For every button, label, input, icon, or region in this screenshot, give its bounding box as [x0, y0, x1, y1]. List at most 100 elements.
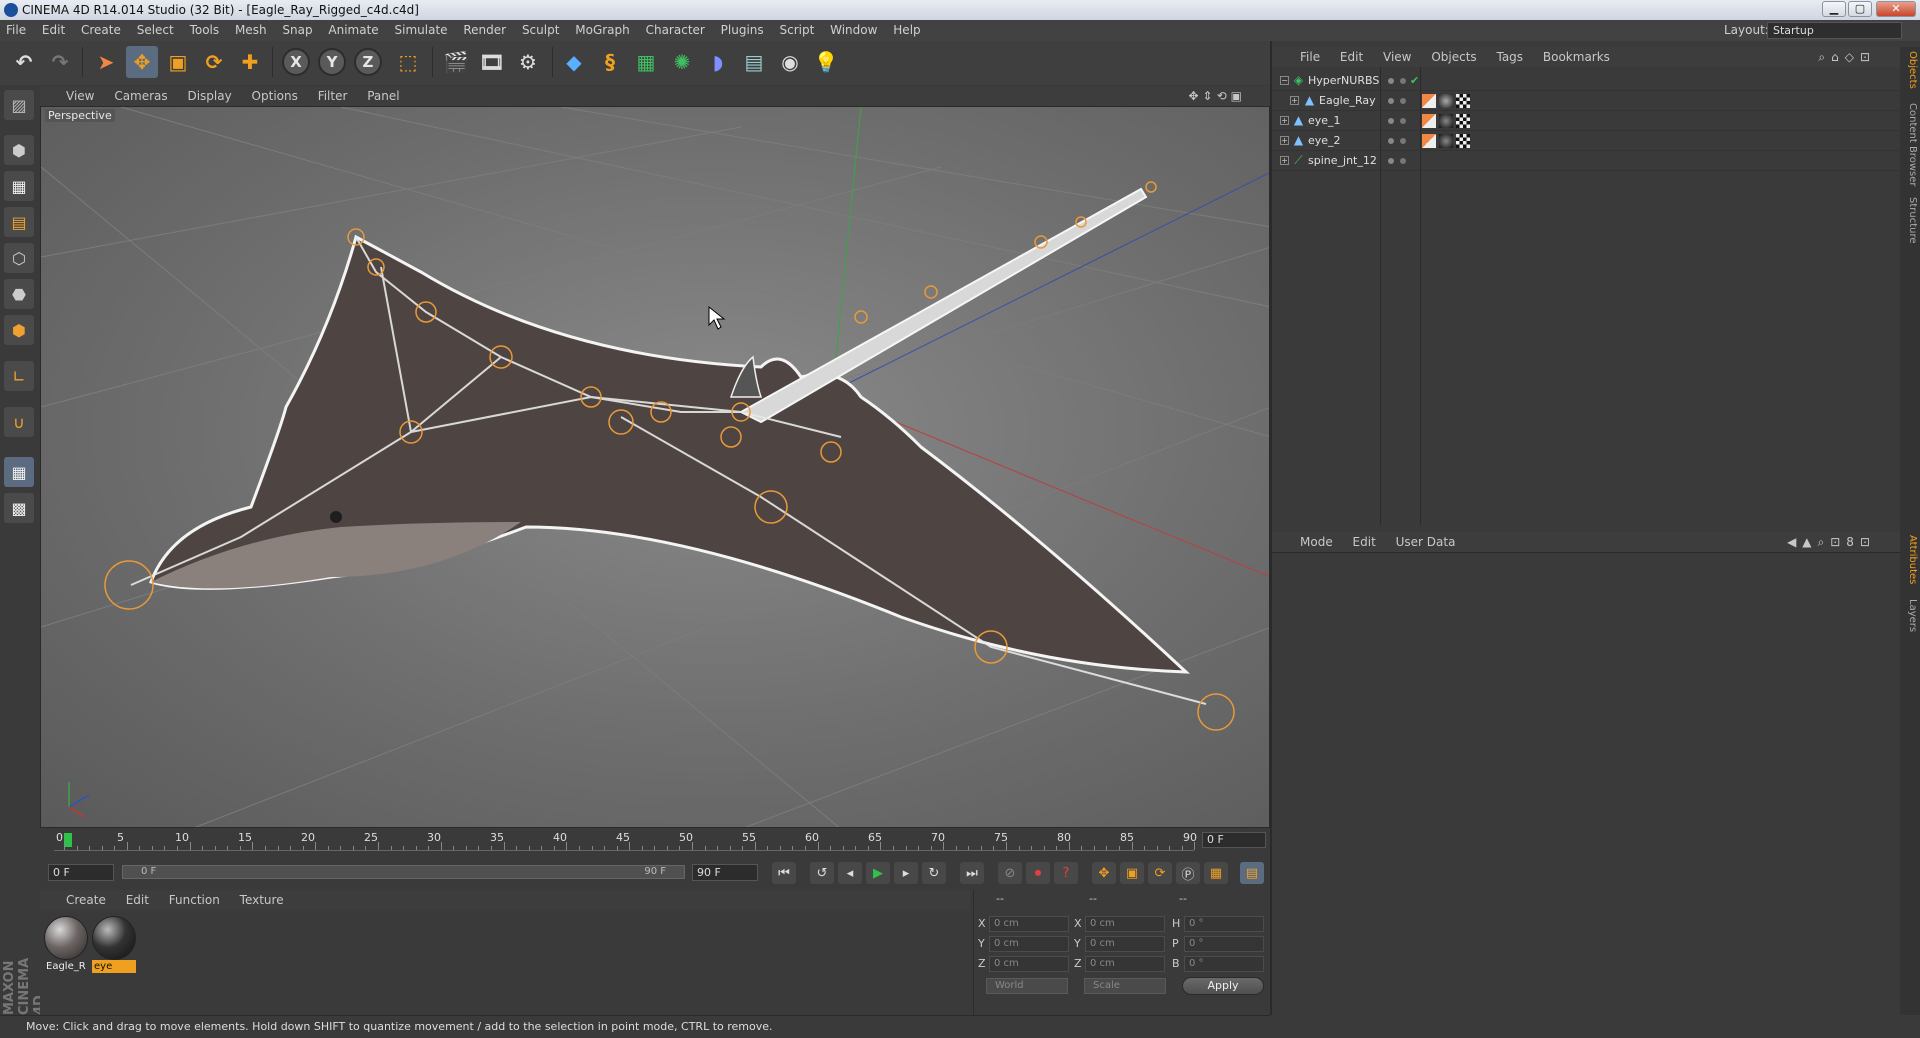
uvw-tag-icon[interactable]	[1456, 134, 1470, 148]
rotation-p-field[interactable]: 0 °	[1184, 936, 1264, 952]
viewport-menu-display[interactable]: Display	[187, 89, 231, 103]
camera-icon[interactable]: ◉	[774, 46, 806, 78]
viewport-menu-filter[interactable]: Filter	[318, 89, 348, 103]
weight-tag-icon[interactable]	[1422, 134, 1436, 148]
editor-visibility-dot[interactable]	[1388, 78, 1394, 84]
maximize-button[interactable]: ▢	[1848, 1, 1872, 17]
am-menu-mode[interactable]: Mode	[1300, 535, 1333, 549]
render-visibility-dot[interactable]	[1400, 158, 1406, 164]
render-visibility-dot[interactable]	[1400, 78, 1406, 84]
viewport-camera-label[interactable]: Perspective	[45, 109, 115, 122]
viewport-menu-view[interactable]: View	[66, 89, 94, 103]
menu-select[interactable]: Select	[131, 20, 180, 41]
spline-icon[interactable]: §	[594, 46, 626, 78]
points-mode-icon[interactable]: ⬡	[4, 243, 34, 273]
key-scale-icon[interactable]: ▣	[1120, 862, 1144, 884]
material-tag-icon[interactable]	[1439, 134, 1453, 148]
viewport-menu-options[interactable]: Options	[252, 89, 298, 103]
editor-visibility-dot[interactable]	[1388, 158, 1394, 164]
z-axis-lock-button[interactable]: Z	[354, 48, 382, 76]
om-menu-file[interactable]: File	[1300, 50, 1320, 64]
key-rotation-icon[interactable]: ⟳	[1148, 862, 1172, 884]
material-menu-edit[interactable]: Edit	[126, 893, 149, 907]
render-picture-viewer-icon[interactable]: 🎞	[476, 46, 508, 78]
weight-tag-icon[interactable]	[1422, 94, 1436, 108]
timeline-ruler[interactable]: 0 5 10 15 20 25 30 35 40 45 50 55 60 65 …	[40, 828, 1270, 854]
x-axis-lock-button[interactable]: X	[282, 48, 310, 76]
rotation-b-field[interactable]: 0 °	[1184, 956, 1264, 972]
object-row-eagle-ray[interactable]: + ▲ Eagle_Ray	[1272, 91, 1900, 111]
render-visibility-dot[interactable]	[1400, 98, 1406, 104]
menu-character[interactable]: Character	[640, 20, 711, 41]
axis-mode-icon[interactable]: ∟	[4, 361, 34, 391]
editor-visibility-dot[interactable]	[1388, 138, 1394, 144]
menu-plugins[interactable]: Plugins	[715, 20, 770, 41]
object-row-hypernurbs[interactable]: − ◈ HyperNURBS ✔	[1272, 71, 1900, 91]
material-eagle-ray[interactable]: Eagle_R	[44, 916, 88, 973]
next-keyframe-icon[interactable]: ↻	[922, 862, 946, 884]
current-frame-field[interactable]: 0 F	[48, 864, 114, 881]
snapping-icon[interactable]: ▦	[4, 457, 34, 487]
autokey-icon[interactable]: ⏺	[1026, 862, 1050, 884]
am-menu-user-data[interactable]: User Data	[1396, 535, 1456, 549]
material-tag-icon[interactable]	[1439, 114, 1453, 128]
expand-icon[interactable]: +	[1290, 96, 1299, 105]
expand-icon[interactable]: +	[1280, 116, 1289, 125]
previous-keyframe-icon[interactable]: ↺	[810, 862, 834, 884]
redo-icon[interactable]: ↷	[44, 46, 76, 78]
key-parameter-icon[interactable]: Ⓟ	[1176, 862, 1200, 884]
menu-simulate[interactable]: Simulate	[389, 20, 454, 41]
menu-snap[interactable]: Snap	[276, 20, 318, 41]
editor-visibility-dot[interactable]	[1388, 118, 1394, 124]
texture-mode-icon[interactable]: ▦	[4, 171, 34, 201]
go-to-end-icon[interactable]: ⏭	[960, 862, 984, 884]
model-mode-icon[interactable]: ⬢	[4, 135, 34, 165]
render-view-icon[interactable]: 🎬	[440, 46, 472, 78]
coordinate-system-icon[interactable]: ⬚	[392, 46, 424, 78]
current-frame-display[interactable]: 0 F	[1202, 832, 1266, 848]
tab-content-browser[interactable]: Content Browser	[1902, 103, 1918, 186]
render-visibility-dot[interactable]	[1400, 138, 1406, 144]
array-icon[interactable]: ✺	[666, 46, 698, 78]
expand-icon[interactable]: +	[1280, 156, 1289, 165]
om-toolbar-icons[interactable]: ⌕⌂◇⊡	[1818, 47, 1876, 67]
menu-mesh[interactable]: Mesh	[229, 20, 273, 41]
material-eye[interactable]: eye	[92, 916, 136, 973]
perspective-viewport[interactable]: Perspective	[40, 106, 1270, 828]
preview-range-slider[interactable]: 0 F 90 F	[122, 865, 685, 879]
menu-window[interactable]: Window	[824, 20, 883, 41]
object-row-eye-1[interactable]: + ▲ eye_1	[1272, 111, 1900, 131]
size-z-field[interactable]: 0 cm	[1085, 956, 1165, 972]
size-y-field[interactable]: 0 cm	[1085, 936, 1165, 952]
om-menu-bookmarks[interactable]: Bookmarks	[1543, 50, 1610, 64]
menu-edit[interactable]: Edit	[36, 20, 71, 41]
polygons-mode-icon[interactable]: ⬢	[4, 315, 34, 345]
keyframe-selection-icon[interactable]: ?	[1054, 862, 1078, 884]
position-x-field[interactable]: 0 cm	[989, 916, 1069, 932]
menu-sculpt[interactable]: Sculpt	[516, 20, 565, 41]
playhead-marker[interactable]	[64, 833, 72, 847]
menu-create[interactable]: Create	[75, 20, 127, 41]
move-tool-icon[interactable]: ✥	[126, 46, 158, 78]
locked-workplane-icon[interactable]: ▩	[4, 493, 34, 523]
undo-icon[interactable]: ↶	[8, 46, 40, 78]
deformer-icon[interactable]: ◗	[702, 46, 734, 78]
menu-mograph[interactable]: MoGraph	[569, 20, 636, 41]
menu-help[interactable]: Help	[887, 20, 926, 41]
viewport-menu-cameras[interactable]: Cameras	[114, 89, 167, 103]
size-x-field[interactable]: 0 cm	[1085, 916, 1165, 932]
next-frame-icon[interactable]: ▸	[894, 862, 918, 884]
light-icon[interactable]: 💡	[810, 46, 842, 78]
menu-animate[interactable]: Animate	[322, 20, 384, 41]
recent-tools-icon[interactable]: ✚	[234, 46, 266, 78]
uvw-tag-icon[interactable]	[1456, 94, 1470, 108]
tab-objects[interactable]: Objects	[1902, 51, 1918, 89]
floor-icon[interactable]: ▤	[738, 46, 770, 78]
render-visibility-dot[interactable]	[1400, 118, 1406, 124]
magnet-icon[interactable]: ∪	[4, 407, 34, 437]
rotate-tool-icon[interactable]: ⟳	[198, 46, 230, 78]
om-menu-tags[interactable]: Tags	[1496, 50, 1523, 64]
scale-tool-icon[interactable]: ▣	[162, 46, 194, 78]
key-position-icon[interactable]: ✥	[1092, 862, 1116, 884]
eye-left[interactable]	[330, 511, 342, 523]
